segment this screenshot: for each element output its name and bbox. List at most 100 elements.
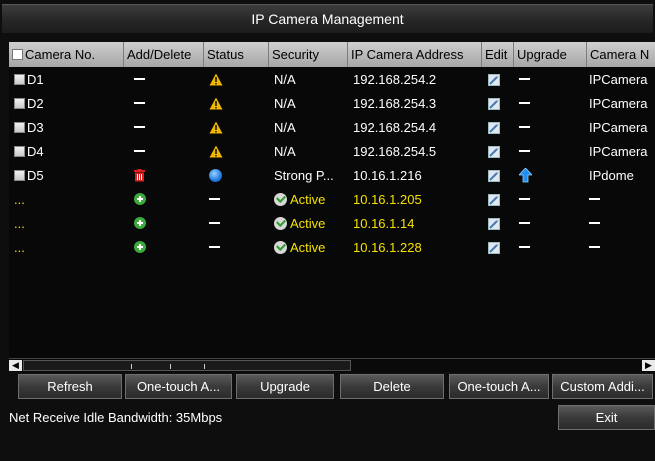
edit-cell[interactable] bbox=[488, 188, 500, 212]
status-cell bbox=[209, 116, 223, 140]
edit-cell[interactable] bbox=[488, 92, 500, 116]
ip-address-cell: 10.16.1.205 bbox=[353, 192, 422, 207]
camera-no-cell[interactable]: ... bbox=[14, 212, 25, 236]
dash-icon bbox=[589, 246, 600, 248]
header-security[interactable]: Security bbox=[269, 42, 348, 67]
camera-no-cell[interactable]: ... bbox=[14, 188, 25, 212]
delete-icon[interactable] bbox=[134, 166, 145, 188]
camera-no: D2 bbox=[27, 96, 44, 111]
select-all-checkbox[interactable] bbox=[12, 49, 23, 60]
upgrade-cell[interactable] bbox=[519, 236, 530, 260]
security-text: Active bbox=[290, 192, 326, 207]
edit-icon[interactable] bbox=[488, 190, 500, 212]
row-checkbox[interactable] bbox=[14, 122, 25, 133]
add-delete-cell[interactable] bbox=[134, 236, 146, 260]
header-ip-address[interactable]: IP Camera Address bbox=[348, 42, 482, 67]
camera-no-cell[interactable]: D3 bbox=[14, 116, 44, 140]
add-icon[interactable] bbox=[134, 241, 146, 253]
dash-icon bbox=[589, 198, 600, 200]
warning-icon bbox=[209, 118, 223, 140]
refresh-button[interactable]: Refresh bbox=[18, 374, 122, 399]
exit-button[interactable]: Exit bbox=[558, 405, 655, 430]
camera-no-cell[interactable]: D1 bbox=[14, 68, 44, 92]
edit-cell[interactable] bbox=[488, 164, 500, 188]
edit-icon[interactable] bbox=[488, 94, 500, 116]
dash-icon bbox=[134, 78, 145, 80]
security-text: Strong P... bbox=[274, 168, 334, 183]
upgrade-button[interactable]: Upgrade bbox=[236, 374, 334, 399]
edit-cell[interactable] bbox=[488, 236, 500, 260]
ip-address-cell: 10.16.1.14 bbox=[353, 216, 415, 231]
edit-cell[interactable] bbox=[488, 116, 500, 140]
dash-icon bbox=[134, 102, 145, 104]
upgrade-icon[interactable] bbox=[519, 167, 532, 188]
header-camera-no[interactable]: Camera No. bbox=[9, 42, 124, 67]
scroll-left-arrow-icon[interactable]: ◀ bbox=[9, 360, 22, 371]
add-delete-cell[interactable] bbox=[134, 92, 145, 116]
header-add-delete[interactable]: Add/Delete bbox=[124, 42, 204, 67]
edit-icon[interactable] bbox=[488, 238, 500, 260]
edit-cell[interactable] bbox=[488, 212, 500, 236]
camera-no-cell[interactable]: D5 bbox=[14, 164, 44, 188]
one-touch-activate-button[interactable]: One-touch A... bbox=[125, 374, 232, 399]
delete-button[interactable]: Delete bbox=[340, 374, 444, 399]
camera-no-cell[interactable]: D4 bbox=[14, 140, 44, 164]
row-checkbox[interactable] bbox=[14, 74, 25, 85]
edit-icon[interactable] bbox=[488, 70, 500, 92]
upgrade-cell[interactable] bbox=[519, 188, 530, 212]
edit-icon[interactable] bbox=[488, 118, 500, 140]
table-row[interactable]: D2 N/A 192.168.254.3 IPCamera bbox=[9, 92, 655, 116]
security-cell: N/A bbox=[274, 68, 296, 92]
upgrade-cell[interactable] bbox=[519, 92, 530, 116]
upgrade-cell[interactable] bbox=[519, 68, 530, 92]
warning-icon bbox=[209, 94, 223, 116]
table-row[interactable]: D4 N/A 192.168.254.5 IPCamera bbox=[9, 140, 655, 164]
edit-cell[interactable] bbox=[488, 140, 500, 164]
upgrade-cell[interactable] bbox=[519, 164, 532, 188]
ip-camera-management-window: IP Camera Management Camera No. Add/Dele… bbox=[0, 0, 655, 461]
camera-name-cell: IPCamera bbox=[589, 120, 648, 135]
table-row[interactable]: D3 N/A 192.168.254.4 IPCamera bbox=[9, 116, 655, 140]
edit-icon[interactable] bbox=[488, 142, 500, 164]
upgrade-cell[interactable] bbox=[519, 212, 530, 236]
header-camera-name[interactable]: Camera N bbox=[587, 42, 655, 67]
add-delete-cell[interactable] bbox=[134, 188, 146, 212]
table-row[interactable]: ... Active 10.16.1.228 bbox=[9, 236, 655, 260]
edit-icon[interactable] bbox=[488, 214, 500, 236]
dash-icon bbox=[519, 150, 530, 152]
header-edit[interactable]: Edit bbox=[482, 42, 514, 67]
add-delete-cell[interactable] bbox=[134, 164, 145, 188]
security-cell: Active bbox=[274, 188, 325, 212]
scroll-right-arrow-icon[interactable]: ▶ bbox=[642, 360, 655, 371]
header-status[interactable]: Status bbox=[204, 42, 269, 67]
add-icon[interactable] bbox=[134, 193, 146, 205]
add-icon[interactable] bbox=[134, 217, 146, 229]
camera-no-cell[interactable]: ... bbox=[14, 236, 25, 260]
table-row[interactable]: ... Active 10.16.1.205 bbox=[9, 188, 655, 212]
camera-no: D3 bbox=[27, 120, 44, 135]
row-checkbox[interactable] bbox=[14, 98, 25, 109]
upgrade-cell[interactable] bbox=[519, 140, 530, 164]
security-text: N/A bbox=[274, 144, 296, 159]
camera-no-cell[interactable]: D2 bbox=[14, 92, 44, 116]
dash-icon bbox=[589, 222, 600, 224]
edit-cell[interactable] bbox=[488, 68, 500, 92]
table-row[interactable]: D1 N/A 192.168.254.2 IPCamera bbox=[9, 68, 655, 92]
table-row[interactable]: ... Active 10.16.1.14 bbox=[9, 212, 655, 236]
horizontal-scrollbar[interactable]: ◀ ▶ bbox=[9, 358, 655, 371]
header-upgrade[interactable]: Upgrade bbox=[514, 42, 587, 67]
edit-icon[interactable] bbox=[488, 166, 500, 188]
camera-no: D5 bbox=[27, 168, 44, 183]
add-delete-cell[interactable] bbox=[134, 68, 145, 92]
add-delete-cell[interactable] bbox=[134, 140, 145, 164]
custom-adding-button[interactable]: Custom Addi... bbox=[552, 374, 653, 399]
table-row[interactable]: D5 Strong P... 10.16.1.216 IPdome bbox=[9, 164, 655, 188]
add-delete-cell[interactable] bbox=[134, 116, 145, 140]
status-cell bbox=[209, 188, 220, 212]
add-delete-cell[interactable] bbox=[134, 212, 146, 236]
upgrade-cell[interactable] bbox=[519, 116, 530, 140]
scrollbar-thumb[interactable] bbox=[23, 360, 351, 371]
row-checkbox[interactable] bbox=[14, 146, 25, 157]
row-checkbox[interactable] bbox=[14, 170, 25, 181]
one-touch-adding-button[interactable]: One-touch A... bbox=[449, 374, 549, 399]
